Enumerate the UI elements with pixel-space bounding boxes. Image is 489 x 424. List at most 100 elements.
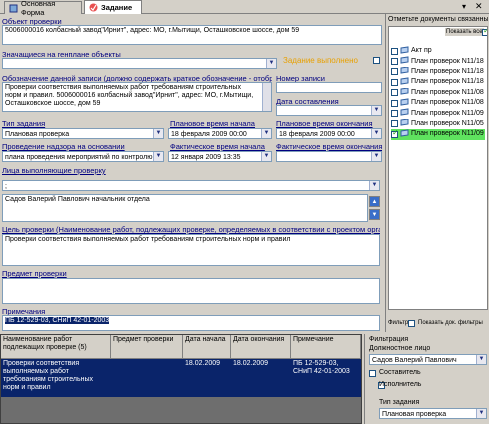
list-item[interactable]: План проверок N11/09: [391, 108, 485, 118]
tab-main-form[interactable]: Основная Форма: [4, 0, 82, 17]
plan-end-select[interactable]: 18 февраля 2009 00:00 ▼: [276, 128, 382, 139]
document-icon: [400, 46, 409, 56]
composer-checkbox[interactable]: [369, 370, 376, 377]
official-label: Должностное лицо: [369, 345, 431, 352]
document-checkbox[interactable]: [391, 68, 398, 76]
fact-start-label: Фактическое время начала: [170, 142, 265, 151]
date-created-select[interactable]: ▼: [276, 105, 382, 116]
form-icon: [9, 4, 18, 13]
designation-field[interactable]: Проверки соответствия выполняемых работ …: [2, 82, 272, 112]
filter-task-type-select[interactable]: Плановая проверка ▼: [379, 408, 487, 419]
works-grid: Наименование работ подлежащих проверке (…: [0, 334, 362, 424]
grid-header-notes[interactable]: Примечание: [291, 335, 361, 359]
up-arrow-icon[interactable]: ▲: [369, 196, 380, 207]
document-label: План проверок N11/09: [411, 109, 484, 117]
official-select[interactable]: Садов Валерий Павлович ▼: [369, 354, 487, 365]
goal-label: Цель проверки (Наименование работ, подле…: [2, 225, 380, 234]
plan-start-select[interactable]: 18 февраля 2009 00:00 ▼: [168, 128, 272, 139]
basis-select[interactable]: плана проведения мероприятий по контролю…: [2, 151, 164, 162]
grid-header-subject[interactable]: Предмет проверки: [111, 335, 183, 359]
document-checkbox[interactable]: [391, 78, 398, 86]
chevron-down-icon[interactable]: ▼: [153, 129, 163, 138]
plan-objects-select[interactable]: ▼: [2, 58, 277, 69]
object-field[interactable]: 5006000016 колбасный завод"Ирнит", адрес…: [2, 25, 382, 45]
chevron-down-icon[interactable]: ▼: [153, 152, 163, 161]
persons-select[interactable]: ; ▼: [2, 180, 380, 191]
designation-scrollbar[interactable]: [262, 83, 271, 111]
chevron-down-icon[interactable]: ▼: [371, 129, 381, 138]
grid-cell-subject: [111, 359, 183, 397]
document-icon: [400, 56, 409, 66]
filter-panel: Фильтрация Должностное лицо Садов Валери…: [364, 334, 489, 424]
fact-end-select[interactable]: ▼: [276, 151, 382, 162]
chevron-down-icon[interactable]: ▼: [261, 152, 271, 161]
chevron-down-icon[interactable]: ▼: [266, 59, 276, 68]
show-doc-filters-label: Показать док. фильтры: [418, 320, 483, 326]
document-label: План проверок N11/09: [411, 130, 484, 138]
plan-end-time: 00:00: [337, 131, 355, 138]
document-checkbox[interactable]: [391, 47, 398, 55]
basis-value: плана проведения мероприятий по контролю: [5, 154, 153, 161]
filter-task-type-value: Плановая проверка: [382, 411, 447, 418]
task-done-checkbox[interactable]: [373, 57, 380, 64]
show-all-checkbox[interactable]: [482, 27, 487, 36]
document-icon: [400, 98, 409, 108]
documents-list[interactable]: Показать все Акт пр План проверок N11/18 П…: [388, 26, 488, 310]
plan-end-date: 18 февраля 2009: [279, 131, 336, 138]
tab-task[interactable]: Задание: [84, 0, 142, 14]
list-item[interactable]: План проверок N11/18: [391, 56, 485, 66]
document-checkbox[interactable]: [391, 99, 398, 107]
list-item[interactable]: Акт пр: [391, 46, 485, 56]
show-all-label: Показать все: [445, 28, 484, 36]
task-type-value: Плановая проверка: [5, 131, 70, 138]
document-icon: [400, 77, 409, 87]
task-done-label: Задание выполнено: [283, 56, 358, 65]
chevron-down-icon[interactable]: ▼: [476, 409, 486, 418]
documents-panel: Отметьте документы связанные Показать вс…: [385, 14, 489, 332]
basis-label: Проведение надзора на основании: [2, 142, 125, 151]
document-label: План проверок N11/08: [411, 88, 484, 96]
document-label: План проверок N11/18: [411, 57, 484, 65]
document-checkbox[interactable]: [391, 58, 398, 66]
grid-header-works[interactable]: Наименование работ подлежащих проверке (…: [1, 335, 111, 359]
document-checkbox[interactable]: [391, 89, 398, 97]
list-item[interactable]: План проверок N11/08: [391, 98, 485, 108]
fact-end-label: Фактическое время окончания: [276, 142, 382, 151]
notes-field[interactable]: ПБ 12-529-03, СНиП 42-01-2003: [2, 315, 380, 331]
grid-cell-start: 18.02.2009: [185, 360, 221, 367]
tab-dropdown-icon[interactable]: ▾: [462, 2, 466, 11]
grid-cell-notes: ПБ 12-529-03, СНиП 42-01-2003: [293, 360, 350, 375]
filter-checkbox[interactable]: [408, 320, 415, 327]
subject-field[interactable]: [2, 278, 380, 304]
persons-list[interactable]: Садов Валерий Павлович начальник отдела: [2, 194, 368, 222]
grid-header-end[interactable]: Дата окончания: [231, 335, 291, 359]
chevron-down-icon[interactable]: ▼: [371, 152, 381, 161]
task-type-select[interactable]: Плановая проверка ▼: [2, 128, 164, 139]
document-label: План проверок N11/05: [411, 119, 484, 127]
document-checkbox[interactable]: [391, 110, 398, 118]
person-item[interactable]: Садов Валерий Павлович начальник отдела: [5, 196, 150, 203]
chevron-down-icon[interactable]: ▼: [261, 129, 271, 138]
tab-task-label: Задание: [101, 3, 133, 12]
close-icon[interactable]: ✕: [475, 1, 483, 12]
chevron-down-icon[interactable]: ▼: [369, 181, 379, 190]
goal-field[interactable]: Проверки соответствия выполняемых работ …: [2, 234, 380, 266]
chevron-down-icon[interactable]: ▼: [476, 355, 486, 364]
document-checkbox[interactable]: [391, 129, 399, 138]
documents-panel-title: Отметьте документы связанные: [388, 16, 488, 23]
down-arrow-icon[interactable]: ▼: [369, 209, 380, 220]
chevron-down-icon[interactable]: ▼: [371, 106, 381, 115]
table-row[interactable]: Проверки соответствия выполняемых работ …: [1, 359, 361, 397]
list-item[interactable]: План проверок N11/18: [391, 66, 485, 77]
document-icon: [400, 108, 409, 118]
list-item[interactable]: План проверок N11/05: [391, 118, 485, 129]
record-no-field[interactable]: [276, 82, 382, 93]
filter-label: Фильтр: [388, 320, 409, 326]
grid-header-start[interactable]: Дата начала: [183, 335, 231, 359]
list-item[interactable]: План проверок N11/09: [391, 129, 485, 140]
list-item[interactable]: План проверок N11/18: [391, 77, 485, 87]
fact-start-select[interactable]: 12 января 2009 13:35 ▼: [168, 151, 272, 162]
list-item[interactable]: План проверок N11/08: [391, 87, 485, 98]
plan-start-date: 18 февраля 2009: [171, 131, 228, 138]
document-checkbox[interactable]: [391, 120, 398, 128]
